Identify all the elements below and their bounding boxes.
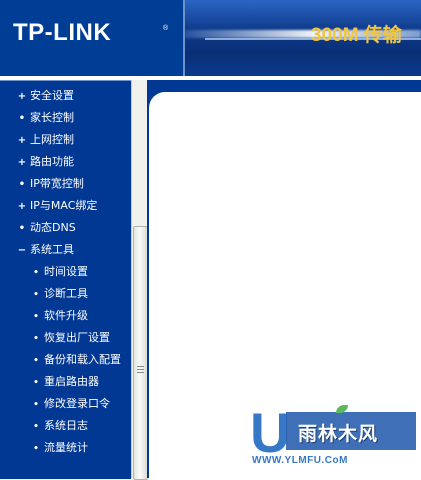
menu-item-label: 家长控制 (30, 111, 74, 124)
menu-item-label: IP带宽控制 (30, 177, 84, 190)
bullet-icon: • (33, 378, 39, 388)
expand-icon: + (17, 157, 27, 168)
menu-item-internet-control[interactable]: + 上网控制 (17, 130, 74, 150)
grip-icon (137, 366, 144, 367)
menu-item-label: 安全设置 (30, 89, 74, 102)
bullet-icon: • (33, 268, 39, 278)
scrollbar-thumb[interactable] (133, 226, 148, 480)
menu-item-label: 时间设置 (44, 265, 88, 278)
bullet-icon: • (33, 290, 39, 300)
watermark-letter: U (250, 401, 291, 464)
sidebar-scrollbar[interactable] (131, 80, 148, 480)
menu-item-label: 修改登录口令 (44, 397, 110, 410)
bullet-icon: • (33, 312, 39, 322)
menu-item-dynamic-dns[interactable]: • 动态DNS (17, 218, 76, 238)
grip-icon (137, 369, 144, 370)
menu-item-label: 动态DNS (30, 221, 76, 234)
menu-item-label: 流量统计 (44, 441, 88, 454)
menu-item-label: 诊断工具 (44, 287, 88, 300)
bullet-icon: • (18, 179, 26, 190)
menu-item-system-tools[interactable]: − 系统工具 (17, 240, 74, 260)
menu-item-ip-bandwidth[interactable]: • IP带宽控制 (17, 174, 84, 194)
watermark-name: 雨林木风 (298, 423, 379, 445)
submenu-item-system-log[interactable]: • 系统日志 (31, 416, 88, 436)
submenu-item-backup-restore[interactable]: • 备份和载入配置 (31, 350, 121, 370)
submenu-item-traffic-stats[interactable]: • 流量统计 (31, 438, 88, 458)
menu-item-label: 路由功能 (30, 155, 74, 168)
expand-icon: + (17, 91, 27, 102)
menu-item-label: 恢复出厂设置 (44, 331, 110, 344)
menu-item-security[interactable]: + 安全设置 (17, 86, 74, 106)
banner-title: 300M 传输 (311, 25, 402, 46)
bullet-icon: • (33, 356, 39, 366)
menu-item-label: 系统工具 (30, 243, 74, 256)
menu-item-parental-control[interactable]: • 家长控制 (17, 108, 74, 128)
registered-mark: ® (163, 25, 169, 32)
collapse-icon: − (17, 245, 27, 256)
bullet-icon: • (18, 223, 26, 234)
header-banner: 300M 传输 (185, 0, 421, 76)
submenu-item-firmware-upgrade[interactable]: • 软件升级 (31, 306, 88, 326)
bullet-icon: • (33, 422, 39, 432)
submenu-item-reboot[interactable]: • 重启路由器 (31, 372, 99, 392)
watermark-url: WWW.YLMFU.CoM (252, 455, 348, 466)
expand-icon: + (17, 135, 27, 146)
bullet-icon: • (33, 444, 39, 454)
submenu-item-factory-reset[interactable]: • 恢复出厂设置 (31, 328, 110, 348)
menu-item-label: 上网控制 (30, 133, 74, 146)
tp-link-logo: TP-LINK (13, 19, 112, 46)
submenu-item-diagnostics[interactable]: • 诊断工具 (31, 284, 88, 304)
menu-item-ip-mac-binding[interactable]: + IP与MAC绑定 (17, 196, 98, 216)
menu-item-routing[interactable]: + 路由功能 (17, 152, 74, 172)
expand-icon: + (17, 201, 27, 212)
submenu-item-change-password[interactable]: • 修改登录口令 (31, 394, 110, 414)
sidebar-menu: + 安全设置 • 家长控制 + 上网控制 + 路由功能 • IP带宽控制 + IP与MAC绑… (0, 80, 131, 479)
header: TP-LINK ® 300M 传输 (0, 0, 421, 76)
grip-icon (137, 372, 144, 373)
menu-item-label: 备份和载入配置 (44, 353, 121, 366)
menu-item-label: IP与MAC绑定 (30, 199, 98, 212)
bullet-icon: • (18, 113, 26, 124)
menu-item-label: 系统日志 (44, 419, 88, 432)
bullet-icon: • (33, 334, 39, 344)
logo-panel: TP-LINK ® (0, 0, 183, 76)
bullet-icon: • (33, 400, 39, 410)
ylmf-watermark: U 雨林木风 WWW.YLMFU.CoM (250, 405, 421, 478)
menu-item-label: 软件升级 (44, 309, 88, 322)
menu-item-label: 重启路由器 (44, 375, 99, 388)
submenu-item-time-settings[interactable]: • 时间设置 (31, 262, 88, 282)
